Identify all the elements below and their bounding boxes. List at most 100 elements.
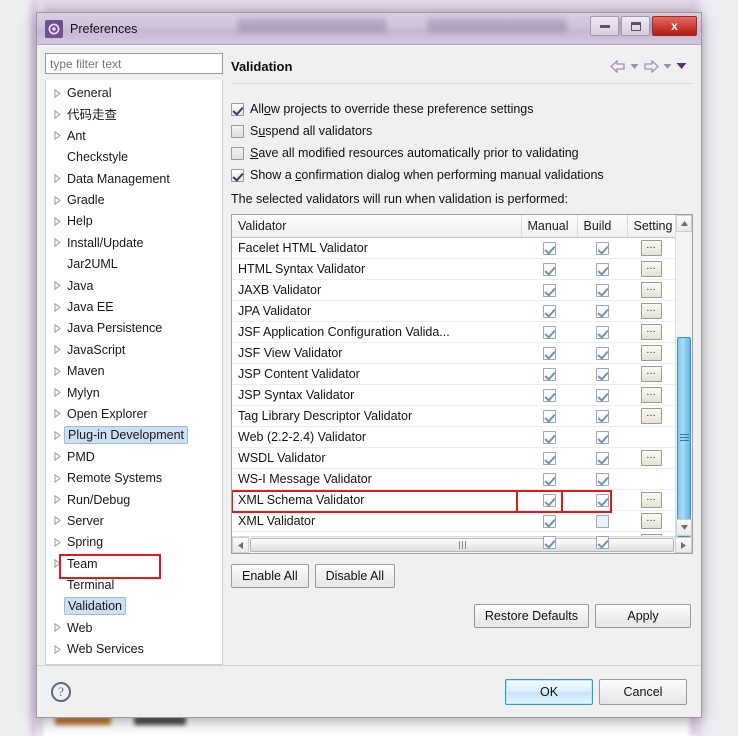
manual-cell[interactable]	[521, 468, 577, 490]
sidebar-item-web[interactable]: Web	[46, 617, 222, 638]
forward-arrow-icon[interactable]	[643, 59, 659, 73]
expand-arrow-icon[interactable]	[50, 302, 64, 312]
option-row[interactable]: Save all modified resources automaticall…	[231, 142, 693, 164]
option-row[interactable]: Show a confirmation dialog when performi…	[231, 164, 693, 186]
close-button[interactable]: x	[652, 16, 697, 36]
build-checkbox[interactable]	[595, 346, 609, 360]
table-row[interactable]: JSF View Validator…	[232, 342, 675, 364]
settings-cell[interactable]	[627, 468, 675, 490]
back-dropdown-chevron-down-icon[interactable]	[630, 63, 639, 70]
expand-arrow-icon[interactable]	[50, 559, 64, 569]
expand-arrow-icon[interactable]	[50, 452, 64, 462]
sidebar-item-xml[interactable]: XML	[46, 660, 222, 665]
manual-cell[interactable]	[521, 489, 577, 511]
expand-arrow-icon[interactable]	[50, 430, 64, 440]
manual-cell[interactable]	[521, 405, 577, 427]
sidebar-item-spring[interactable]: Spring	[46, 532, 222, 553]
expand-arrow-icon[interactable]	[50, 216, 64, 226]
manual-checkbox[interactable]	[542, 535, 556, 549]
sidebar-item-help[interactable]: Help	[46, 211, 222, 232]
manual-cell[interactable]	[521, 384, 577, 406]
sidebar-item-team[interactable]: Team	[46, 553, 222, 574]
option-checkbox[interactable]	[231, 124, 244, 138]
build-checkbox[interactable]	[595, 451, 609, 465]
manual-cell[interactable]	[521, 447, 577, 469]
manual-checkbox[interactable]	[542, 451, 556, 465]
settings-ellipsis-button[interactable]: …	[640, 239, 662, 256]
sidebar-item-java-ee[interactable]: Java EE	[46, 296, 222, 317]
sidebar-item-install-update[interactable]: Install/Update	[46, 232, 222, 253]
manual-checkbox[interactable]	[542, 241, 556, 255]
table-horizontal-scrollbar[interactable]	[232, 536, 692, 553]
disable-all-button[interactable]: Disable All	[314, 564, 395, 588]
sidebar-item-web-services[interactable]: Web Services	[46, 639, 222, 660]
manual-cell[interactable]	[521, 279, 577, 301]
minimize-button[interactable]	[590, 16, 619, 36]
settings-ellipsis-button[interactable]: …	[640, 260, 662, 277]
build-checkbox[interactable]	[595, 409, 609, 423]
expand-arrow-icon[interactable]	[50, 174, 64, 184]
settings-cell[interactable]: …	[627, 258, 675, 280]
build-checkbox[interactable]	[595, 493, 609, 507]
sidebar-item-server[interactable]: Server	[46, 510, 222, 531]
table-row[interactable]: JSF Application Configuration Valida...…	[232, 321, 675, 343]
sidebar-item-[interactable]: 代码走查	[46, 104, 222, 125]
build-cell[interactable]	[577, 237, 627, 259]
ok-button[interactable]: OK	[505, 678, 593, 705]
table-row[interactable]: JSP Content Validator…	[232, 363, 675, 385]
settings-cell[interactable]: …	[627, 279, 675, 301]
manual-checkbox[interactable]	[542, 367, 556, 381]
expand-arrow-icon[interactable]	[50, 623, 64, 633]
manual-checkbox[interactable]	[542, 346, 556, 360]
restore-defaults-button[interactable]: Restore Defaults	[473, 604, 589, 628]
sidebar-item-terminal[interactable]: Terminal	[46, 574, 222, 595]
manual-checkbox[interactable]	[542, 493, 556, 507]
expand-arrow-icon[interactable]	[50, 110, 64, 119]
column-header-manual[interactable]: Manual	[521, 215, 578, 238]
build-checkbox[interactable]	[595, 388, 609, 402]
build-cell[interactable]	[577, 258, 627, 280]
table-vertical-scrollbar[interactable]	[675, 215, 692, 537]
settings-cell[interactable]: …	[627, 342, 675, 364]
build-cell[interactable]	[577, 510, 627, 532]
settings-ellipsis-button[interactable]: …	[640, 512, 662, 529]
settings-cell[interactable]: …	[627, 384, 675, 406]
build-checkbox[interactable]	[595, 262, 609, 276]
build-checkbox[interactable]	[595, 367, 609, 381]
build-cell[interactable]	[577, 363, 627, 385]
manual-checkbox[interactable]	[542, 262, 556, 276]
expand-arrow-icon[interactable]	[50, 495, 64, 505]
sidebar-item-java[interactable]: Java	[46, 275, 222, 296]
sidebar-item-data-management[interactable]: Data Management	[46, 168, 222, 189]
manual-checkbox[interactable]	[542, 472, 556, 486]
manual-cell[interactable]	[521, 510, 577, 532]
expand-arrow-icon[interactable]	[50, 409, 64, 419]
help-icon[interactable]: ?	[51, 681, 71, 702]
build-checkbox[interactable]	[595, 430, 609, 444]
expand-arrow-icon[interactable]	[50, 238, 64, 248]
manual-checkbox[interactable]	[542, 409, 556, 423]
manual-checkbox[interactable]	[542, 283, 556, 297]
sidebar-item-general[interactable]: General	[46, 82, 222, 103]
sidebar-item-pmd[interactable]: PMD	[46, 446, 222, 467]
dialog-titlebar[interactable]: Preferences x	[37, 13, 701, 45]
enable-all-button[interactable]: Enable All	[231, 564, 309, 588]
expand-arrow-icon[interactable]	[50, 345, 64, 355]
manual-cell[interactable]	[521, 363, 577, 385]
build-checkbox[interactable]	[595, 283, 609, 297]
settings-cell[interactable]: …	[627, 237, 675, 259]
settings-ellipsis-button[interactable]: …	[640, 323, 662, 340]
expand-arrow-icon[interactable]	[50, 131, 64, 141]
build-checkbox[interactable]	[595, 472, 609, 486]
build-cell[interactable]	[577, 384, 627, 406]
build-cell[interactable]	[577, 447, 627, 469]
build-checkbox[interactable]	[595, 241, 609, 255]
table-row[interactable]: WSDL Validator…	[232, 447, 675, 469]
manual-cell[interactable]	[521, 237, 577, 259]
expand-arrow-icon[interactable]	[50, 516, 64, 526]
sidebar-item-javascript[interactable]: JavaScript	[46, 339, 222, 360]
expand-arrow-icon[interactable]	[50, 388, 64, 398]
settings-ellipsis-button[interactable]: …	[640, 386, 662, 403]
maximize-button[interactable]	[621, 16, 650, 36]
sidebar-item-ant[interactable]: Ant	[46, 125, 222, 146]
